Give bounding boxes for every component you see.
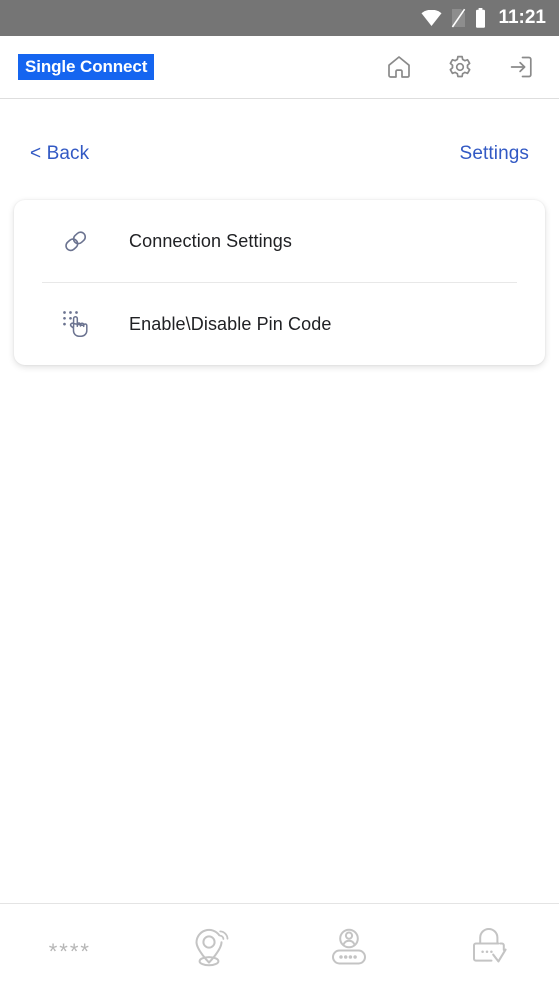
lock-check-icon xyxy=(467,923,511,976)
status-bar: 11:21 xyxy=(0,0,559,36)
page-title[interactable]: Settings xyxy=(460,143,529,165)
app-title: Single Connect xyxy=(18,53,155,81)
bottom-nav-item-location[interactable] xyxy=(140,904,280,994)
bottom-nav-item-pin[interactable]: **** xyxy=(0,904,140,994)
settings-menu-card: Connection Settings Enable\Disable Pin C… xyxy=(14,200,545,365)
home-icon[interactable] xyxy=(383,51,415,83)
logout-icon[interactable] xyxy=(505,51,537,83)
asterisks-icon: **** xyxy=(48,939,91,964)
location-wifi-icon xyxy=(188,923,232,976)
menu-item-pin-code[interactable]: Enable\Disable Pin Code xyxy=(14,283,545,365)
bottom-nav-item-credentials[interactable] xyxy=(280,904,420,994)
app-header: Single Connect xyxy=(0,36,559,99)
nav-row: < Back Settings xyxy=(0,121,559,187)
no-sim-icon xyxy=(451,8,466,28)
bottom-nav-item-lock[interactable] xyxy=(419,904,559,994)
menu-item-label: Connection Settings xyxy=(129,230,293,251)
link-icon xyxy=(54,225,98,257)
menu-item-connection-settings[interactable]: Connection Settings xyxy=(14,200,545,282)
battery-icon xyxy=(475,8,486,28)
user-password-icon xyxy=(326,923,372,976)
gear-icon[interactable] xyxy=(444,51,476,83)
wifi-icon xyxy=(421,9,442,27)
pin-code-icon xyxy=(54,307,98,341)
back-button[interactable]: < Back xyxy=(30,143,89,165)
menu-item-label: Enable\Disable Pin Code xyxy=(129,313,332,334)
status-time: 11:21 xyxy=(498,7,546,28)
bottom-navigation-bar: **** xyxy=(0,903,559,994)
header-icon-group xyxy=(383,51,537,83)
